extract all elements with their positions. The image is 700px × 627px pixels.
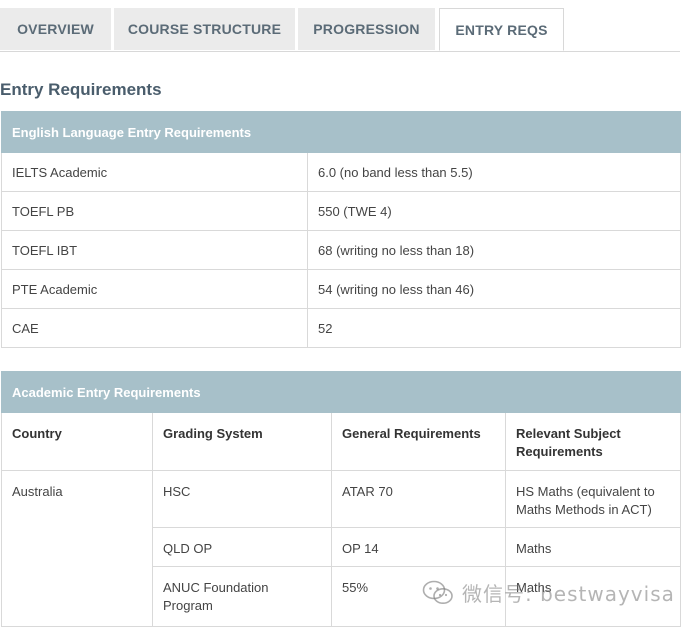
tab-overview[interactable]: OVERVIEW bbox=[0, 8, 111, 50]
subject-cell: HS Maths (equivalent to Maths Methods in… bbox=[504, 470, 682, 528]
academic-requirements-table: Academic Entry Requirements Country Grad… bbox=[0, 371, 682, 627]
grading-cell: ANUC Foundation Program bbox=[152, 566, 332, 627]
test-name: PTE Academic bbox=[1, 269, 308, 309]
general-cell: 55% bbox=[331, 566, 506, 627]
column-header-country: Country bbox=[1, 412, 153, 471]
test-score: 52 bbox=[306, 308, 682, 348]
column-header-general: General Requirements bbox=[331, 412, 506, 471]
grading-cell: QLD OP bbox=[152, 527, 332, 567]
table-row: PTE Academic 54 (writing no less than 46… bbox=[1, 269, 682, 309]
table-row: TOEFL PB 550 (TWE 4) bbox=[1, 191, 682, 231]
page-title: Entry Requirements bbox=[0, 80, 162, 99]
subject-cell: Maths bbox=[504, 566, 682, 627]
subject-cell: Maths bbox=[504, 527, 682, 567]
test-name: IELTS Academic bbox=[1, 152, 308, 192]
english-table-header: English Language Entry Requirements bbox=[0, 111, 682, 153]
tab-progression[interactable]: PROGRESSION bbox=[298, 8, 435, 50]
academic-table-header: Academic Entry Requirements bbox=[0, 371, 682, 413]
table-row: CAE 52 bbox=[1, 308, 682, 348]
test-name: TOEFL PB bbox=[1, 191, 308, 231]
country-cell: Australia bbox=[1, 470, 153, 627]
test-score: 550 (TWE 4) bbox=[306, 191, 682, 231]
tab-entry-reqs[interactable]: ENTRY REQS bbox=[439, 8, 564, 51]
column-header-grading: Grading System bbox=[152, 412, 332, 471]
grading-cell: HSC bbox=[152, 470, 332, 528]
column-header-row: Country Grading System General Requireme… bbox=[1, 412, 682, 471]
table-row: TOEFL IBT 68 (writing no less than 18) bbox=[1, 230, 682, 270]
tab-course-structure[interactable]: COURSE STRUCTURE bbox=[114, 8, 295, 50]
table-row: Australia HSC ATAR 70 HS Maths (equivale… bbox=[1, 470, 682, 627]
test-score: 6.0 (no band less than 5.5) bbox=[306, 152, 682, 192]
general-cell: ATAR 70 bbox=[331, 470, 506, 528]
column-header-subject: Relevant Subject Requirements bbox=[504, 412, 682, 471]
test-score: 54 (writing no less than 46) bbox=[306, 269, 682, 309]
test-name: CAE bbox=[1, 308, 308, 348]
test-score: 68 (writing no less than 18) bbox=[306, 230, 682, 270]
test-name: TOEFL IBT bbox=[1, 230, 308, 270]
tab-bar: OVERVIEW COURSE STRUCTURE PROGRESSION EN… bbox=[0, 8, 680, 52]
general-cell: OP 14 bbox=[331, 527, 506, 567]
english-requirements-table: English Language Entry Requirements IELT… bbox=[0, 111, 682, 348]
table-row: IELTS Academic 6.0 (no band less than 5.… bbox=[1, 152, 682, 192]
